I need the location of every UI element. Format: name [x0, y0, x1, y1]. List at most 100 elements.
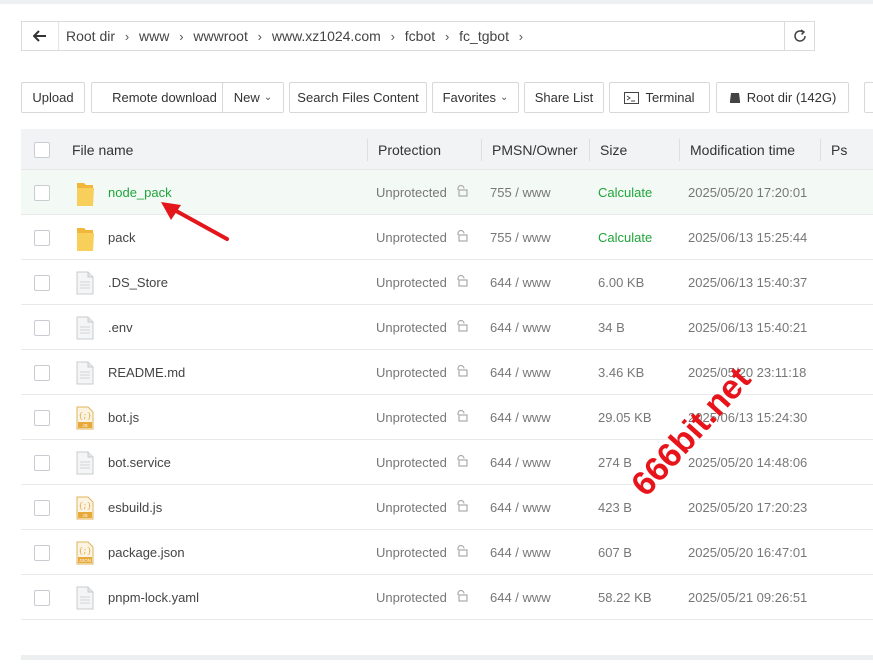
row-checkbox[interactable]	[34, 170, 50, 215]
root-dir-button[interactable]: Root dir (142G)	[716, 82, 849, 113]
protection-label: Unprotected	[376, 185, 447, 200]
remote-download-button[interactable]: Remote download	[91, 82, 238, 113]
row-checkbox[interactable]	[34, 530, 50, 575]
row-checkbox[interactable]	[34, 260, 50, 305]
back-button[interactable]	[22, 22, 59, 50]
column-size[interactable]: Size	[600, 129, 627, 170]
file-name-link[interactable]: bot.service	[108, 440, 171, 485]
file-name-link[interactable]: pnpm-lock.yaml	[108, 575, 199, 620]
table-row[interactable]: pnpm-lock.yaml Unprotected 644 / www 58.22 …	[21, 575, 873, 620]
file-size: 3.46 KB	[598, 365, 645, 380]
column-pmsn-owner[interactable]: PMSN/Owner	[492, 129, 578, 170]
table-row[interactable]: {;} JS esbuild.js Unprotected 644 / www 423 B…	[21, 485, 873, 530]
annotation-arrow	[161, 202, 229, 241]
table-row[interactable]: .DS_Store Unprotected 644 / www 6.00 KB 2025…	[21, 260, 873, 305]
breadcrumb-item-fcbot[interactable]: fcbot	[405, 28, 435, 44]
permission-owner[interactable]: 644 / www	[490, 530, 551, 575]
modification-time: 2025/05/20 17:20:01	[688, 185, 808, 200]
file-name-link[interactable]: .DS_Store	[108, 260, 168, 305]
protection-status[interactable]: Unprotected	[376, 350, 468, 395]
breadcrumb-item-root[interactable]: Root dir	[66, 28, 115, 44]
protection-label: Unprotected	[376, 500, 447, 515]
protection-status[interactable]: Unprotected	[376, 215, 468, 260]
bottom-strip	[21, 655, 873, 660]
column-modification-time[interactable]: Modification time	[690, 129, 795, 170]
file-icon	[73, 260, 97, 305]
toolbar-overflow-button[interactable]	[864, 82, 873, 113]
select-all-checkbox[interactable]	[34, 129, 50, 170]
breadcrumb-item-www[interactable]: www	[139, 28, 169, 44]
protection-status[interactable]: Unprotected	[376, 485, 468, 530]
modification-time: 2025/05/20 14:48:06	[688, 455, 808, 470]
permission-owner[interactable]: 644 / www	[490, 305, 551, 350]
favorites-button[interactable]: Favorites ⌄	[432, 82, 519, 113]
protection-status[interactable]: Unprotected	[376, 260, 468, 305]
js-file-icon: {;} JS	[73, 485, 97, 530]
column-ps[interactable]: Ps	[831, 129, 847, 170]
table-row[interactable]: bot.service Unprotected 644 / www 274 B 2025…	[21, 440, 873, 485]
modification-time: 2025/06/13 15:40:21	[688, 320, 808, 335]
svg-text:{;}: {;}	[79, 548, 92, 556]
file-name-link[interactable]: esbuild.js	[108, 485, 162, 530]
protection-status[interactable]: Unprotected	[376, 440, 468, 485]
column-file-name[interactable]: File name	[72, 129, 133, 170]
unlock-icon	[455, 454, 468, 470]
permission-owner[interactable]: 644 / www	[490, 440, 551, 485]
refresh-button[interactable]	[784, 22, 814, 50]
file-icon	[73, 305, 97, 350]
file-name-link[interactable]: .env	[108, 305, 133, 350]
file-name-link[interactable]: pack	[108, 215, 135, 260]
table-row[interactable]: {;} JS bot.js Unprotected 644 / www 29.05 KB 2…	[21, 395, 873, 440]
file-size: 423 B	[598, 500, 632, 515]
terminal-button[interactable]: Terminal	[609, 82, 710, 113]
toolbar: Upload Remote download New ⌄ Search Files…	[21, 82, 873, 114]
file-name-link[interactable]: README.md	[108, 350, 185, 395]
calculate-size-link[interactable]: Calculate	[598, 170, 652, 215]
file-name-link[interactable]: bot.js	[108, 395, 139, 440]
upload-button[interactable]: Upload	[21, 82, 85, 113]
file-size: 607 B	[598, 545, 632, 560]
permission-owner[interactable]: 644 / www	[490, 260, 551, 305]
search-files-content-button[interactable]: Search Files Content	[289, 82, 427, 113]
column-protection[interactable]: Protection	[378, 129, 441, 170]
breadcrumb-item-fc-tgbot[interactable]: fc_tgbot	[459, 28, 509, 44]
new-button[interactable]: New ⌄	[222, 82, 284, 113]
protection-status[interactable]: Unprotected	[376, 575, 468, 620]
row-checkbox[interactable]	[34, 485, 50, 530]
permission-owner[interactable]: 644 / www	[490, 575, 551, 620]
table-row[interactable]: {;} JSON package.json Unprotected 644 / www 6…	[21, 530, 873, 575]
protection-status[interactable]: Unprotected	[376, 305, 468, 350]
chevron-right-icon: ›	[444, 28, 450, 44]
table-row[interactable]: node_pack Unprotected 755 / www Calculate 20…	[21, 170, 873, 215]
protection-label: Unprotected	[376, 365, 447, 380]
permission-owner[interactable]: 644 / www	[490, 485, 551, 530]
row-checkbox[interactable]	[34, 395, 50, 440]
chevron-right-icon: ›	[179, 28, 184, 44]
permission-owner[interactable]: 755 / www	[490, 170, 551, 215]
file-name-link[interactable]: package.json	[108, 530, 185, 575]
chevron-down-icon: ⌄	[263, 92, 273, 103]
table-row[interactable]: .env Unprotected 644 / www 34 B 2025/06/13 1…	[21, 305, 873, 350]
permission-owner[interactable]: 644 / www	[490, 395, 551, 440]
unlock-icon	[455, 229, 468, 245]
upload-label: Upload	[32, 90, 74, 105]
new-label: New	[233, 90, 260, 105]
protection-label: Unprotected	[376, 410, 447, 425]
breadcrumb-item-wwwroot[interactable]: wwwroot	[193, 28, 247, 44]
protection-status[interactable]: Unprotected	[376, 395, 468, 440]
breadcrumb-item-site[interactable]: www.xz1024.com	[272, 28, 381, 44]
share-list-button[interactable]: Share List	[524, 82, 604, 113]
row-checkbox[interactable]	[34, 305, 50, 350]
row-checkbox[interactable]	[34, 440, 50, 485]
row-checkbox[interactable]	[34, 350, 50, 395]
protection-status[interactable]: Unprotected	[376, 170, 468, 215]
row-checkbox[interactable]	[34, 575, 50, 620]
protection-status[interactable]: Unprotected	[376, 530, 468, 575]
permission-owner[interactable]: 755 / www	[490, 215, 551, 260]
unlock-icon	[455, 499, 468, 515]
svg-text:JS: JS	[82, 423, 87, 428]
calculate-size-link[interactable]: Calculate	[598, 215, 652, 260]
permission-owner[interactable]: 644 / www	[490, 350, 551, 395]
table-row[interactable]: pack Unprotected 755 / www Calculate 2025/06…	[21, 215, 873, 260]
row-checkbox[interactable]	[34, 215, 50, 260]
